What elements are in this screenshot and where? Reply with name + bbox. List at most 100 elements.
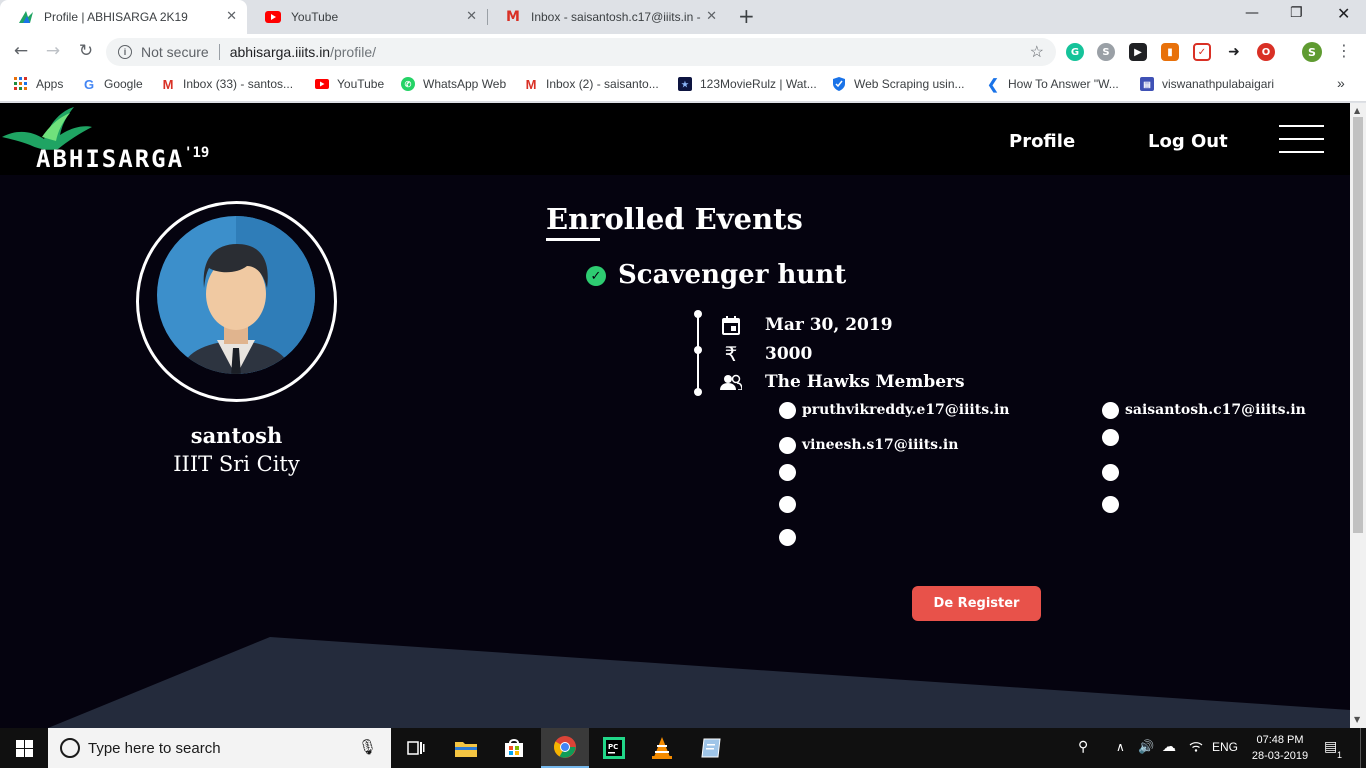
title-underline bbox=[546, 238, 600, 241]
member-bullet bbox=[1102, 464, 1119, 481]
menu-kebab-icon[interactable]: ⋮ bbox=[1333, 41, 1355, 60]
site-logo[interactable]: ABHISARGA'19 bbox=[2, 107, 212, 173]
bookmark-label: Inbox (33) - santos... bbox=[183, 77, 294, 91]
movierulz-icon: ★ bbox=[678, 77, 692, 91]
gmail-icon: M bbox=[162, 76, 174, 92]
taskbar-search-box[interactable]: Type here to search 🎙 bbox=[48, 728, 391, 768]
notes-app-icon[interactable] bbox=[687, 728, 735, 768]
hamburger-menu-icon[interactable] bbox=[1279, 125, 1324, 153]
bookmark-star-icon[interactable]: ☆ bbox=[1030, 42, 1044, 62]
bookmark-movierulz[interactable]: ★ 123MovieRulz | Wat... bbox=[678, 77, 817, 91]
address-bar[interactable]: i Not secure abhisarga.iiits.in/profile/… bbox=[106, 38, 1056, 66]
logo-wordmark: ABHISARGA'19 bbox=[36, 145, 210, 173]
close-tab-icon[interactable]: ✕ bbox=[466, 9, 477, 24]
youtube-icon bbox=[315, 77, 329, 91]
abhisarga-icon bbox=[18, 9, 34, 25]
shield-icon bbox=[832, 77, 846, 91]
windows-start-icon[interactable] bbox=[0, 728, 48, 768]
bookmark-apps[interactable]: Apps bbox=[14, 77, 63, 91]
profile-avatar[interactable]: S bbox=[1302, 42, 1322, 62]
user-name: santosh bbox=[190, 423, 283, 448]
pycharm-icon[interactable]: PC bbox=[590, 728, 638, 768]
tab-youtube[interactable]: YouTube ✕ bbox=[247, 0, 487, 34]
page-title: Enrolled Events bbox=[546, 202, 803, 236]
scroll-down-arrow-icon[interactable]: ▼ bbox=[1354, 715, 1360, 724]
search-placeholder: Type here to search bbox=[88, 739, 221, 757]
volume-icon[interactable]: 🔊 bbox=[1138, 739, 1154, 755]
chrome-taskbar-icon[interactable] bbox=[541, 728, 589, 768]
tray-overflow-chevron-icon[interactable]: ∧ bbox=[1116, 740, 1125, 754]
extension-s-icon[interactable]: S bbox=[1097, 43, 1115, 61]
bookmark-viswanath[interactable]: ▤ viswanathpulabaigari bbox=[1140, 77, 1274, 91]
opera-icon[interactable]: O bbox=[1257, 43, 1275, 61]
url-host: abhisarga.iiits.in bbox=[229, 44, 331, 60]
bookmark-label: How To Answer "W... bbox=[1008, 77, 1119, 91]
bookmark-web-scraping[interactable]: Web Scraping usin... bbox=[832, 77, 965, 91]
cortana-icon bbox=[60, 738, 80, 758]
tab-profile[interactable]: Profile | ABHISARGA 2K19 ✕ bbox=[0, 0, 247, 34]
scroll-up-arrow-icon[interactable]: ▲ bbox=[1354, 106, 1360, 115]
omnibox-divider bbox=[218, 44, 220, 60]
info-icon[interactable]: i bbox=[118, 45, 132, 59]
url-path: /profile/ bbox=[330, 44, 377, 60]
notification-count-badge: 1 bbox=[1337, 750, 1343, 760]
tab-title: YouTube bbox=[291, 10, 339, 24]
member-bullet bbox=[779, 464, 796, 481]
user-college: IIIT Sri City bbox=[173, 452, 300, 476]
show-desktop-button[interactable] bbox=[1360, 728, 1366, 768]
how-to-icon: ❮ bbox=[987, 75, 999, 92]
close-window-icon[interactable]: ✕ bbox=[1337, 4, 1350, 23]
video-extension-icon[interactable]: ▶ bbox=[1129, 43, 1147, 61]
action-center-icon[interactable]: ▤ bbox=[1324, 738, 1337, 755]
reload-icon[interactable]: ↻ bbox=[75, 41, 97, 61]
nav-profile-link[interactable]: Profile bbox=[1009, 131, 1075, 152]
minimize-icon[interactable]: — bbox=[1245, 5, 1259, 21]
bookmark-youtube[interactable]: YouTube bbox=[315, 77, 384, 91]
close-tab-icon[interactable]: ✕ bbox=[226, 9, 237, 24]
check-circle-icon: ✓ bbox=[586, 266, 606, 286]
vlc-icon[interactable] bbox=[638, 728, 686, 768]
whatsapp-icon: ✆ bbox=[401, 77, 415, 91]
member-bullet bbox=[779, 402, 796, 419]
tab-inbox[interactable]: M Inbox - saisantosh.c17@iiits.in - I ✕ bbox=[487, 0, 727, 34]
apps-grid-icon bbox=[14, 77, 28, 91]
bookmarks-overflow-button[interactable]: » bbox=[1337, 75, 1345, 91]
team-members-icon bbox=[720, 371, 742, 393]
task-view-icon[interactable] bbox=[392, 728, 440, 768]
restore-icon[interactable]: ❐ bbox=[1290, 5, 1303, 21]
clock-date: 28-03-2019 bbox=[1251, 750, 1309, 762]
bookmark-google[interactable]: G Google bbox=[82, 77, 143, 92]
file-explorer-icon[interactable] bbox=[442, 728, 490, 768]
close-tab-icon[interactable]: ✕ bbox=[706, 9, 717, 24]
onedrive-cloud-icon[interactable]: ☁ bbox=[1162, 738, 1176, 755]
forward-arrow-icon[interactable]: → bbox=[42, 41, 64, 61]
bookmark-label: Inbox (2) - saisanto... bbox=[546, 77, 659, 91]
people-icon[interactable]: ⚲ bbox=[1078, 738, 1088, 755]
system-clock[interactable]: 07:48 PM 28-03-2019 bbox=[1250, 732, 1310, 764]
microphone-icon[interactable]: 🎙 bbox=[358, 738, 377, 756]
event-date: Mar 30, 2019 bbox=[765, 315, 893, 335]
grammarly-icon[interactable]: G bbox=[1066, 43, 1084, 61]
bookmark-inbox-2[interactable]: M Inbox (2) - saisanto... bbox=[524, 76, 659, 92]
wifi-icon[interactable] bbox=[1189, 740, 1203, 755]
page-scrollbar[interactable]: ▲ ▼ bbox=[1350, 103, 1366, 728]
bookmark-whatsapp[interactable]: ✆ WhatsApp Web bbox=[401, 77, 506, 91]
back-arrow-icon[interactable]: ← bbox=[10, 41, 32, 61]
gmail-icon: M bbox=[525, 76, 537, 92]
member-email: pruthvikreddy.e17@iiits.in bbox=[802, 402, 1010, 418]
svg-text:PC: PC bbox=[608, 743, 618, 751]
deregister-button[interactable]: De Register bbox=[912, 586, 1041, 621]
scrollbar-thumb[interactable] bbox=[1353, 117, 1363, 533]
share-arrow-icon[interactable]: ➜ bbox=[1225, 43, 1243, 61]
office-icon[interactable]: ▮ bbox=[1161, 43, 1179, 61]
bookmark-inbox-33[interactable]: M Inbox (33) - santos... bbox=[161, 76, 294, 92]
bookmark-how-to-answer[interactable]: ❮ How To Answer "W... bbox=[986, 75, 1119, 92]
member-bullet bbox=[1102, 496, 1119, 513]
nav-logout-link[interactable]: Log Out bbox=[1148, 131, 1228, 152]
pocket-icon[interactable]: ✓ bbox=[1193, 43, 1211, 61]
store-icon[interactable] bbox=[490, 728, 538, 768]
event-fee: 3000 bbox=[765, 344, 813, 364]
new-tab-button[interactable]: + bbox=[738, 4, 755, 28]
avatar bbox=[157, 216, 315, 374]
language-indicator[interactable]: ENG bbox=[1212, 740, 1238, 754]
